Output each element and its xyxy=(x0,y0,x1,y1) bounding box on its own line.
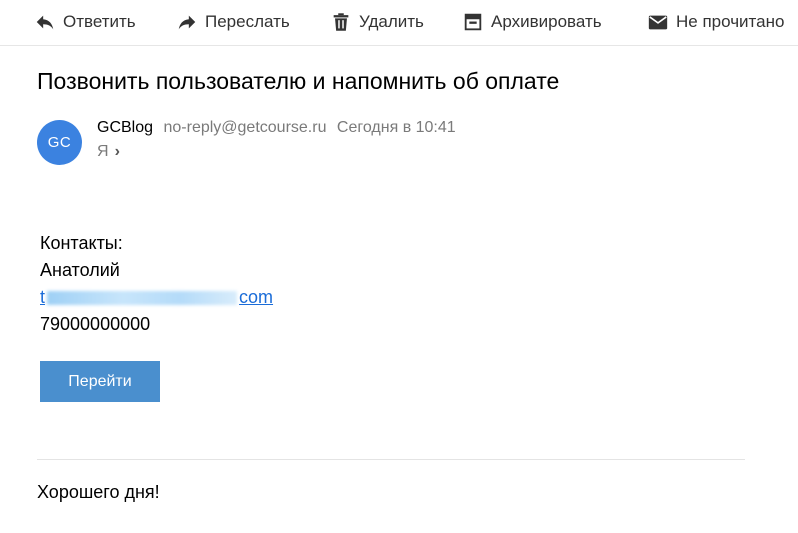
contact-email-link[interactable]: t com xyxy=(40,287,273,307)
go-button[interactable]: Перейти xyxy=(40,361,160,402)
chevron-right-icon: › xyxy=(114,143,120,160)
recipient-label: Я xyxy=(97,143,109,160)
contact-name: Анатолий xyxy=(40,260,120,280)
message-body: Контакты: Анатолий t com 79000000000 xyxy=(40,230,273,338)
sender-line: GCBlog no-reply@getcourse.ru Сегодня в 1… xyxy=(97,119,456,137)
forward-label: Переслать xyxy=(205,12,290,31)
unread-button[interactable]: Не прочитано xyxy=(647,0,784,44)
sender-avatar[interactable]: GC xyxy=(37,120,82,165)
forward-icon xyxy=(178,15,196,30)
forward-button[interactable]: Переслать xyxy=(176,0,290,44)
reply-button[interactable]: Ответить xyxy=(34,0,136,44)
divider xyxy=(37,459,745,460)
recipient-toggle[interactable]: Я › xyxy=(97,143,120,161)
delete-label: Удалить xyxy=(359,12,424,31)
contact-phone: 79000000000 xyxy=(40,314,151,334)
trash-icon xyxy=(333,13,349,31)
delete-button[interactable]: Удалить xyxy=(330,0,424,44)
message-subject: Позвонить пользователю и напомнить об оп… xyxy=(37,68,560,94)
contact-email-start: t xyxy=(40,287,46,307)
reply-label: Ответить xyxy=(63,12,136,31)
archive-label: Архивировать xyxy=(491,12,602,31)
reply-icon xyxy=(36,15,54,30)
archive-button[interactable]: Архивировать xyxy=(462,0,602,44)
sender-email[interactable]: no-reply@getcourse.ru xyxy=(163,119,326,136)
message-date: Сегодня в 10:41 xyxy=(336,119,456,136)
envelope-icon xyxy=(648,15,668,30)
contacts-heading: Контакты: xyxy=(40,233,123,253)
message-toolbar: Ответить Переслать Удалить Архивировать … xyxy=(0,0,798,46)
unread-label: Не прочитано xyxy=(676,12,785,31)
contact-email-end: com xyxy=(239,287,274,307)
archive-icon xyxy=(464,13,482,31)
sender-name[interactable]: GCBlog xyxy=(97,119,153,136)
redacted-email-blur xyxy=(47,291,238,306)
closing-text: Хорошего дня! xyxy=(37,482,160,502)
